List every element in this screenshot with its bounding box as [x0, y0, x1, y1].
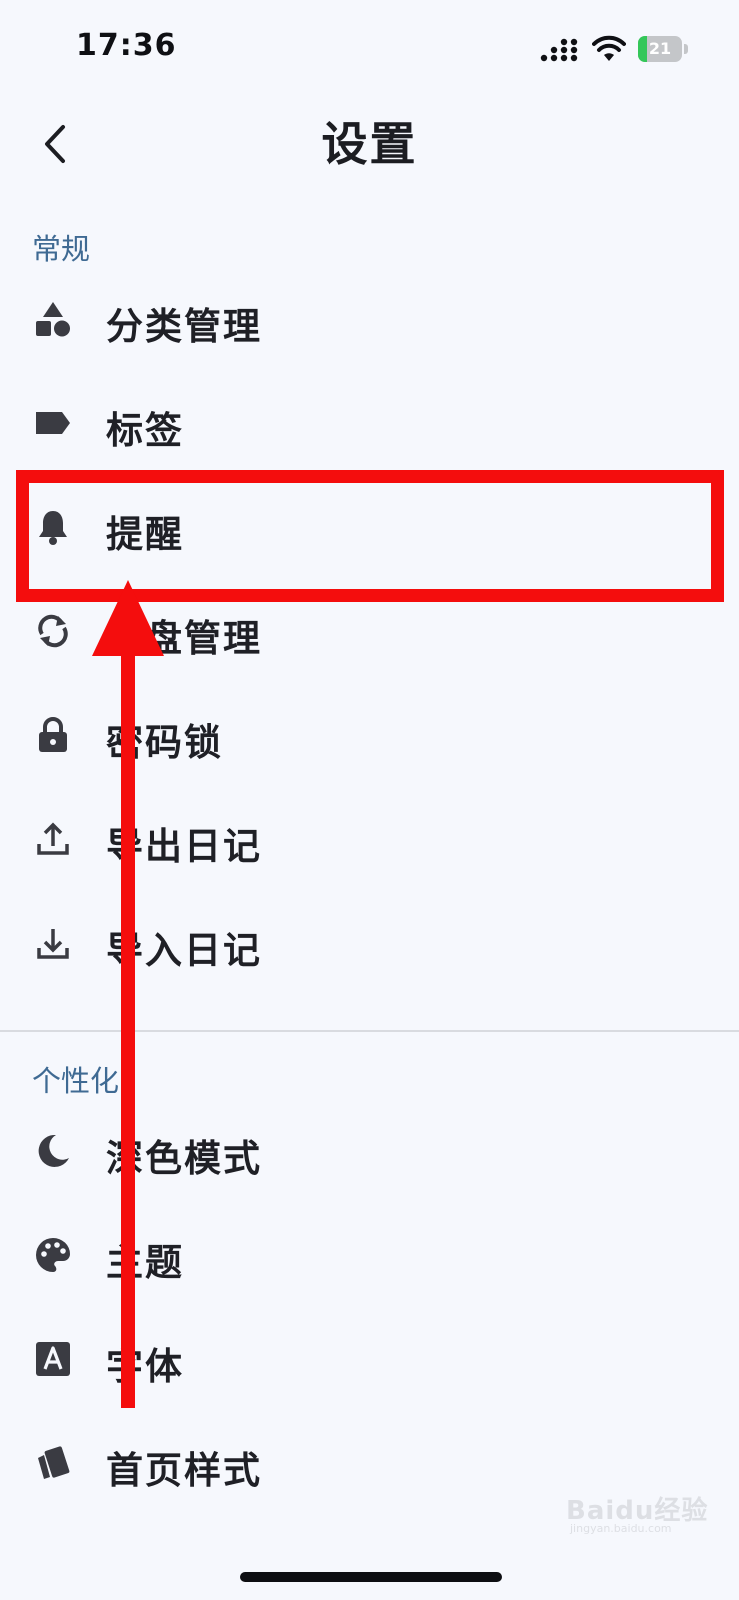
cards-icon — [34, 1444, 72, 1482]
watermark: Baidu经验 jingyan.baidu.com — [566, 1486, 716, 1535]
menu-item-tags[interactable]: 标签 — [0, 372, 739, 476]
page-title: 设置 — [321, 117, 418, 171]
menu-item-import-diary[interactable]: 导入日记 — [0, 892, 739, 996]
section-header-general: 常规 — [32, 232, 91, 266]
battery-indicator: 21 — [638, 36, 688, 62]
battery-level: 21 — [648, 39, 672, 58]
menu-item-label: 标签 — [106, 409, 184, 452]
watermark-subtext: jingyan.baidu.com — [570, 1522, 672, 1535]
wifi-icon — [592, 35, 626, 61]
menu-item-category-management[interactable]: 分类管理 — [0, 268, 739, 372]
annotation-arrow-head — [92, 580, 164, 656]
lock-icon — [34, 716, 72, 754]
menu-item-label: 分类管理 — [106, 305, 262, 348]
battery-body: 21 — [638, 36, 682, 62]
menu-item-font[interactable]: 字体 — [0, 1308, 739, 1412]
download-icon — [34, 924, 72, 962]
menu-item-label: 首页样式 — [106, 1449, 262, 1492]
menu-item-dark-mode[interactable]: 深色模式 — [0, 1100, 739, 1204]
menu-item-label: 字体 — [106, 1345, 184, 1388]
home-indicator[interactable] — [240, 1572, 502, 1582]
section-header-personalization: 个性化 — [32, 1064, 120, 1098]
menu-item-export-diary[interactable]: 导出日记 — [0, 788, 739, 892]
menu-item-theme[interactable]: 主题 — [0, 1204, 739, 1308]
annotation-arrow-shaft — [121, 650, 135, 1408]
settings-screen: 17:36 21 设置 常规 分类管理 标签 提醒 云盘管理 密码锁 导出日记 … — [0, 0, 739, 1600]
section-divider — [0, 1030, 739, 1032]
battery-cap — [684, 44, 688, 54]
upload-icon — [34, 820, 72, 858]
status-time: 17:36 — [76, 28, 177, 63]
moon-icon — [34, 1132, 72, 1170]
shapes-icon — [34, 300, 72, 338]
menu-item-label: 主题 — [106, 1241, 184, 1284]
tag-icon — [34, 404, 72, 442]
status-bar: 17:36 21 — [0, 0, 739, 92]
sync-icon — [34, 612, 72, 650]
cellular-signal-icon — [540, 38, 578, 62]
menu-item-passcode-lock[interactable]: 密码锁 — [0, 684, 739, 788]
font-icon — [34, 1340, 72, 1378]
palette-icon — [34, 1236, 72, 1274]
